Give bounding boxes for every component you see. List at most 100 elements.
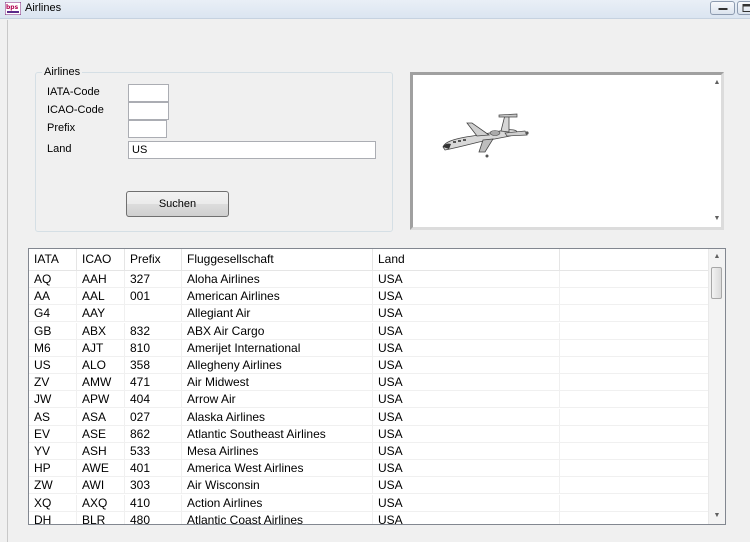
table-row[interactable]: M6 AJT 810 Amerijet International USA: [29, 339, 711, 357]
cell-airline[interactable]: Air Wisconsin: [182, 477, 373, 495]
table-row[interactable]: EV ASE 862 Atlantic Southeast Airlines USA: [29, 425, 711, 443]
cell-airline[interactable]: Mesa Airlines: [182, 443, 373, 460]
cell-prefix[interactable]: 862: [125, 425, 182, 443]
cell-country[interactable]: USA: [373, 305, 560, 323]
cell-country[interactable]: USA: [373, 271, 560, 288]
scroll-down-arrow-icon[interactable]: ▼: [709, 211, 725, 227]
cell-prefix[interactable]: 810: [125, 339, 182, 357]
cell-iata[interactable]: AS: [29, 408, 77, 426]
cell-iata[interactable]: AA: [29, 288, 77, 306]
cell-country[interactable]: USA: [373, 443, 560, 460]
cell-prefix[interactable]: 303: [125, 477, 182, 495]
cell-airline[interactable]: Allegiant Air: [182, 305, 373, 323]
cell-prefix[interactable]: 480: [125, 511, 182, 524]
cell-iata[interactable]: G4: [29, 305, 77, 323]
cell-country[interactable]: USA: [373, 477, 560, 495]
cell-icao[interactable]: ALO: [77, 357, 125, 374]
cell-icao[interactable]: AWI: [77, 477, 125, 495]
cell-country[interactable]: USA: [373, 374, 560, 392]
table-row[interactable]: JW APW 404 Arrow Air USA: [29, 391, 711, 409]
cell-iata[interactable]: DH: [29, 511, 77, 524]
iata-code-input[interactable]: [128, 84, 169, 102]
table-row[interactable]: ZW AWI 303 Air Wisconsin USA: [29, 477, 711, 495]
cell-prefix[interactable]: 832: [125, 322, 182, 340]
table-row[interactable]: ZV AMW 471 Air Midwest USA: [29, 374, 711, 392]
cell-airline[interactable]: American Airlines: [182, 288, 373, 306]
cell-prefix[interactable]: 327: [125, 271, 182, 288]
cell-country[interactable]: USA: [373, 425, 560, 443]
cell-prefix[interactable]: 401: [125, 460, 182, 478]
table-row[interactable]: US ALO 358 Allegheny Airlines USA: [29, 357, 711, 374]
cell-prefix[interactable]: 001: [125, 288, 182, 306]
cell-iata[interactable]: YV: [29, 443, 77, 460]
table-row[interactable]: YV ASH 533 Mesa Airlines USA: [29, 443, 711, 460]
cell-prefix[interactable]: 358: [125, 357, 182, 374]
cell-prefix[interactable]: 404: [125, 391, 182, 409]
column-header-icao[interactable]: ICAO: [77, 249, 125, 270]
cell-iata[interactable]: XQ: [29, 494, 77, 512]
cell-airline[interactable]: Amerijet International: [182, 339, 373, 357]
cell-country[interactable]: USA: [373, 357, 560, 374]
cell-prefix[interactable]: 533: [125, 443, 182, 460]
icao-code-input[interactable]: [128, 102, 169, 120]
cell-icao[interactable]: ABX: [77, 322, 125, 340]
cell-airline[interactable]: Allegheny Airlines: [182, 357, 373, 374]
table-row[interactable]: HP AWE 401 America West Airlines USA: [29, 460, 711, 478]
grid-scrollbar[interactable]: ▲ ▼: [708, 249, 725, 524]
cell-airline[interactable]: Air Midwest: [182, 374, 373, 392]
cell-icao[interactable]: AJT: [77, 339, 125, 357]
scroll-down-arrow-icon[interactable]: ▼: [709, 508, 725, 524]
cell-iata[interactable]: JW: [29, 391, 77, 409]
maximize-button[interactable]: [737, 1, 750, 15]
scroll-up-arrow-icon[interactable]: ▲: [709, 75, 725, 91]
cell-airline[interactable]: ABX Air Cargo: [182, 322, 373, 340]
cell-airline[interactable]: Aloha Airlines: [182, 271, 373, 288]
cell-airline[interactable]: Atlantic Coast Airlines: [182, 511, 373, 524]
cell-airline[interactable]: Action Airlines: [182, 494, 373, 512]
cell-iata[interactable]: GB: [29, 322, 77, 340]
country-input[interactable]: [128, 141, 376, 159]
column-header-country[interactable]: Land: [373, 249, 560, 270]
cell-airline[interactable]: Alaska Airlines: [182, 408, 373, 426]
column-header-airline[interactable]: Fluggesellschaft: [182, 249, 373, 270]
cell-icao[interactable]: AWE: [77, 460, 125, 478]
cell-airline[interactable]: Atlantic Southeast Airlines: [182, 425, 373, 443]
cell-icao[interactable]: AAY: [77, 305, 125, 323]
cell-country[interactable]: USA: [373, 288, 560, 306]
table-row[interactable]: GB ABX 832 ABX Air Cargo USA: [29, 322, 711, 340]
table-row[interactable]: XQ AXQ 410 Action Airlines USA: [29, 494, 711, 512]
cell-country[interactable]: USA: [373, 408, 560, 426]
search-button[interactable]: Suchen: [126, 191, 229, 217]
minimize-button[interactable]: [710, 1, 735, 15]
cell-icao[interactable]: BLR: [77, 511, 125, 524]
table-row[interactable]: G4 AAY Allegiant Air USA: [29, 305, 711, 323]
cell-country[interactable]: USA: [373, 494, 560, 512]
cell-icao[interactable]: ASA: [77, 408, 125, 426]
cell-icao[interactable]: APW: [77, 391, 125, 409]
cell-prefix[interactable]: 027: [125, 408, 182, 426]
cell-icao[interactable]: ASE: [77, 425, 125, 443]
cell-icao[interactable]: ASH: [77, 443, 125, 460]
cell-iata[interactable]: M6: [29, 339, 77, 357]
cell-iata[interactable]: ZV: [29, 374, 77, 392]
cell-icao[interactable]: AXQ: [77, 494, 125, 512]
cell-iata[interactable]: EV: [29, 425, 77, 443]
prefix-input[interactable]: [128, 120, 167, 138]
table-row[interactable]: DH BLR 480 Atlantic Coast Airlines USA: [29, 511, 711, 524]
cell-airline[interactable]: Arrow Air: [182, 391, 373, 409]
cell-country[interactable]: USA: [373, 391, 560, 409]
cell-prefix[interactable]: [125, 305, 182, 323]
cell-iata[interactable]: AQ: [29, 271, 77, 288]
cell-icao[interactable]: AMW: [77, 374, 125, 392]
column-header-prefix[interactable]: Prefix: [125, 249, 182, 270]
cell-airline[interactable]: America West Airlines: [182, 460, 373, 478]
cell-iata[interactable]: US: [29, 357, 77, 374]
cell-prefix[interactable]: 410: [125, 494, 182, 512]
cell-icao[interactable]: AAL: [77, 288, 125, 306]
scroll-thumb[interactable]: [711, 267, 722, 299]
cell-iata[interactable]: HP: [29, 460, 77, 478]
cell-country[interactable]: USA: [373, 322, 560, 340]
cell-country[interactable]: USA: [373, 460, 560, 478]
scroll-up-arrow-icon[interactable]: ▲: [709, 249, 725, 265]
picturebox-scrollbar[interactable]: ▲ ▼: [709, 75, 721, 227]
